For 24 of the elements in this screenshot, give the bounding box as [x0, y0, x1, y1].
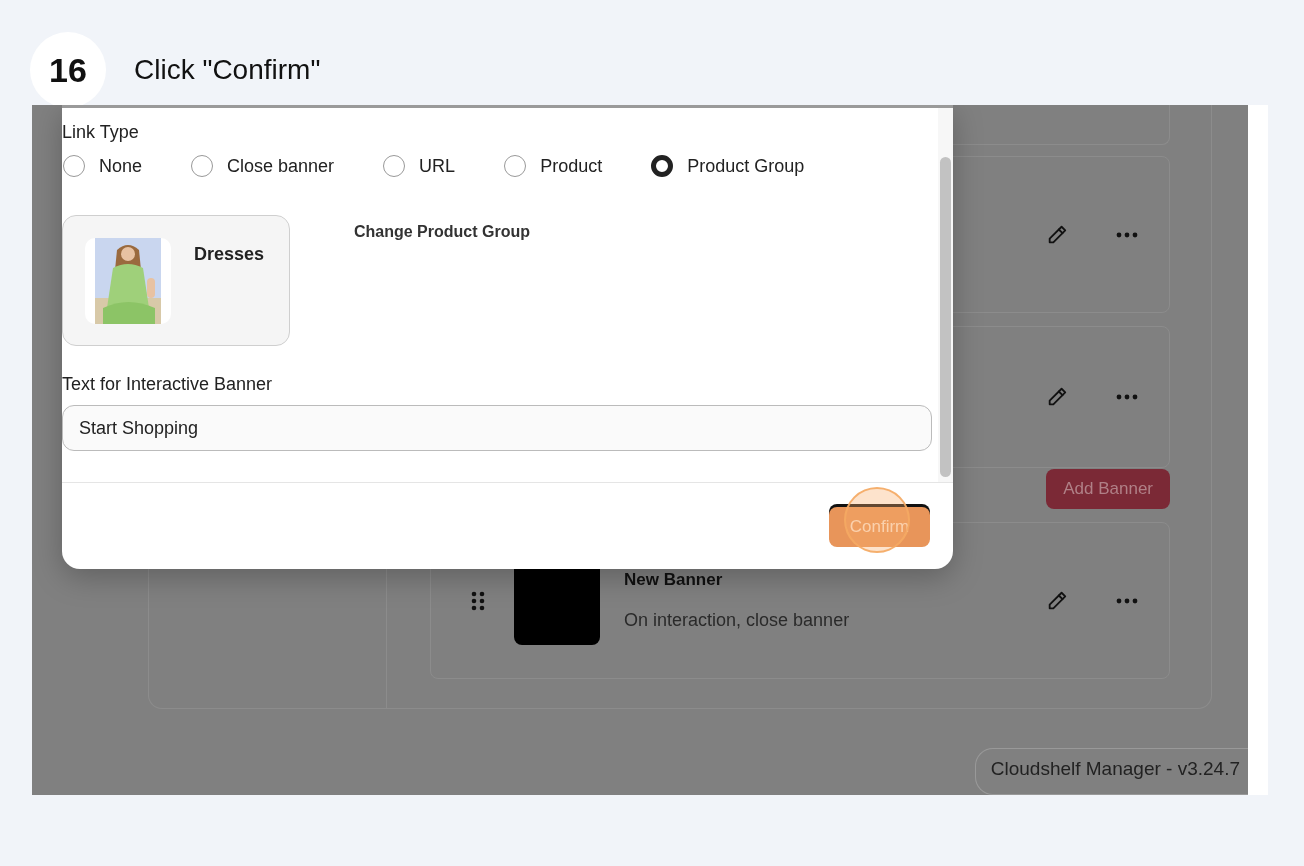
- more-icon[interactable]: [1116, 231, 1138, 238]
- banner-text-field[interactable]: Start Shopping: [62, 405, 932, 451]
- change-product-group-link[interactable]: Change Product Group: [354, 223, 530, 241]
- field-label: Link Type: [62, 122, 140, 143]
- pencil-icon[interactable]: [1046, 223, 1068, 246]
- product-group-card[interactable]: Dresses: [62, 215, 290, 346]
- version-label: Cloudshelf Manager - v3.24.7: [974, 748, 1248, 795]
- radio-option[interactable]: None: [62, 155, 143, 177]
- more-icon[interactable]: [1116, 597, 1138, 604]
- field-label: Text for Interactive Banner: [62, 374, 274, 395]
- radio-option[interactable]: URL: [382, 155, 456, 177]
- step-instruction: Click "Confirm": [134, 54, 321, 86]
- banner-title: New Banner: [624, 570, 724, 590]
- product-group-name: Dresses: [194, 244, 265, 265]
- radio-option[interactable]: Product Group: [650, 155, 805, 177]
- pencil-icon[interactable]: [1046, 386, 1068, 408]
- scrollbar[interactable]: [938, 108, 953, 482]
- step-number: 16: [30, 32, 106, 108]
- radio-option[interactable]: Product: [503, 155, 603, 177]
- banner-description: On interaction, close banner: [624, 610, 850, 631]
- radio-option[interactable]: Close banner: [190, 155, 335, 177]
- pencil-icon[interactable]: [1046, 589, 1068, 612]
- more-icon[interactable]: [1116, 394, 1138, 400]
- drag-handle-icon[interactable]: [471, 590, 485, 611]
